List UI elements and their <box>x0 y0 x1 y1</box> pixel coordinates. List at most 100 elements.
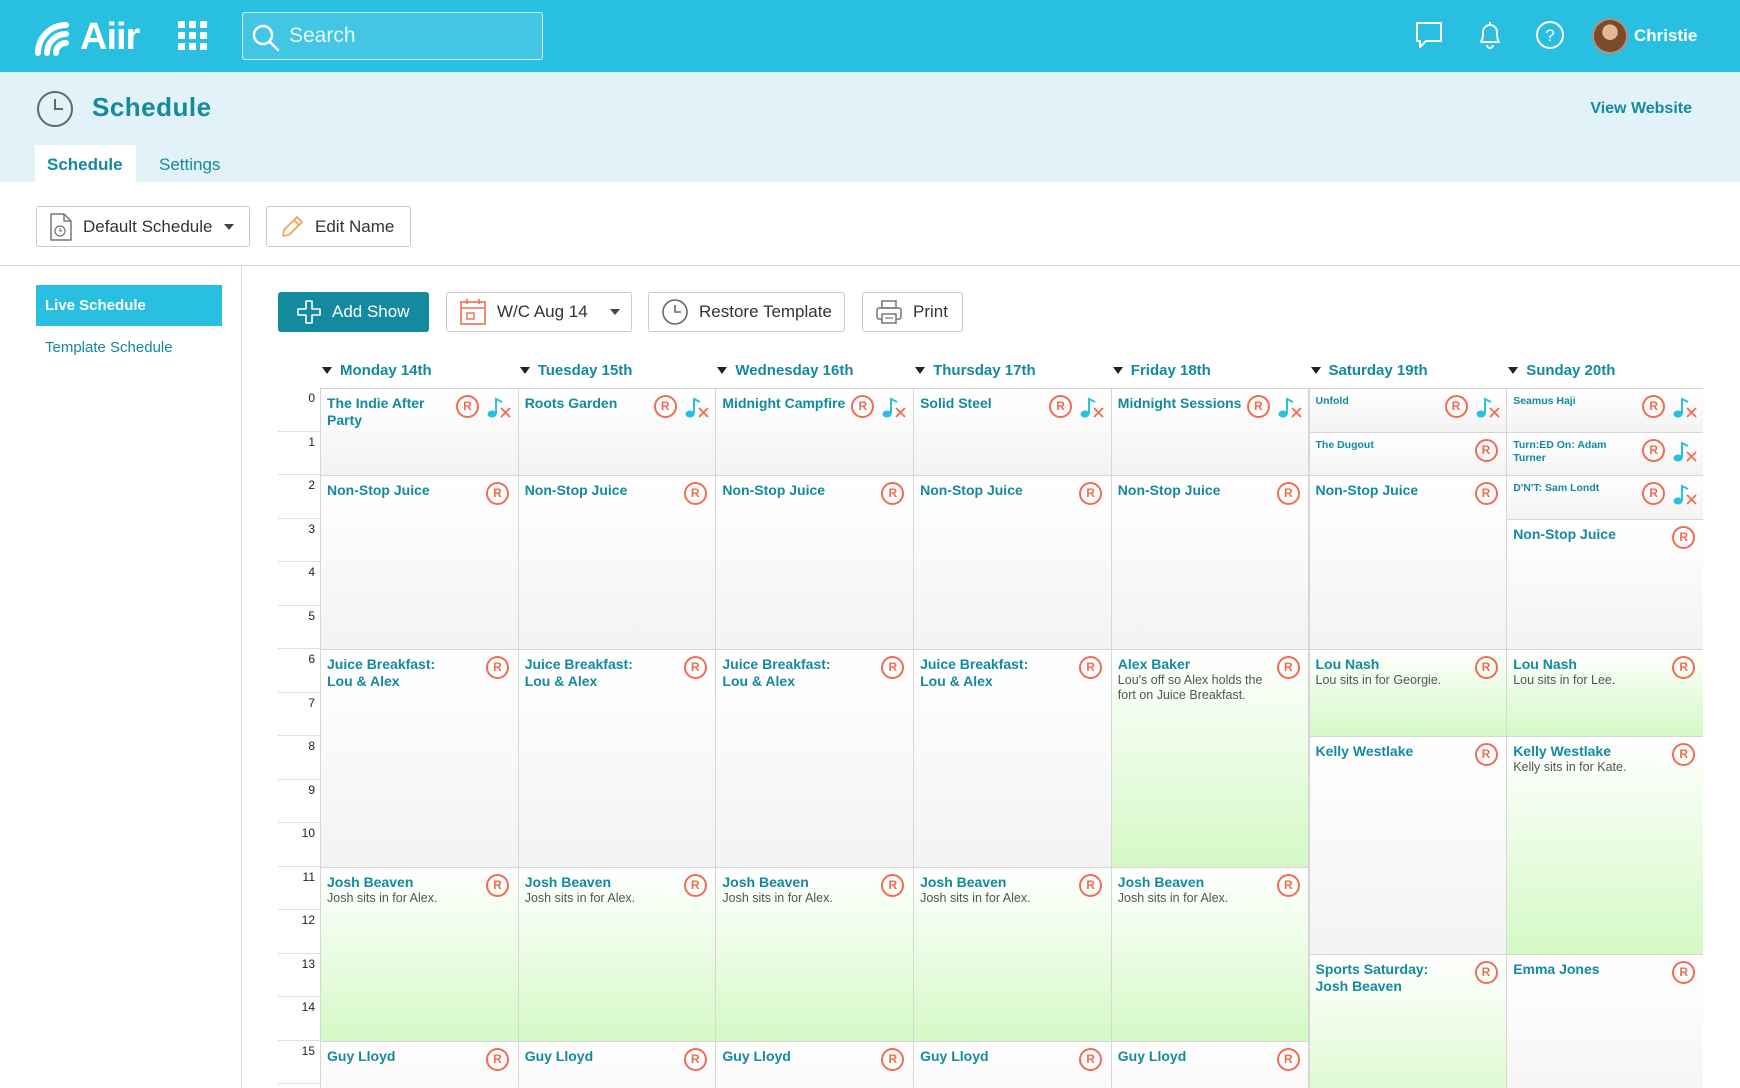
bell-icon[interactable] <box>1475 20 1505 50</box>
repeat-icon[interactable]: R <box>1079 656 1103 679</box>
print-button[interactable]: Print <box>862 292 963 332</box>
show-block-sports-saturday-josh-beaven[interactable]: Sports Saturday: Josh Beaven R <box>1308 953 1508 1088</box>
show-block-guy-lloyd[interactable]: Guy Lloyd R <box>913 1040 1112 1088</box>
repeat-icon[interactable]: R <box>1049 395 1073 418</box>
collapse-triangle-icon[interactable] <box>519 367 530 374</box>
repeat-icon[interactable]: R <box>1474 960 1498 984</box>
show-block-josh-beaven[interactable]: Josh Beaven Josh sits in for Alex. R <box>517 866 717 1042</box>
repeat-icon[interactable]: R <box>1276 873 1300 897</box>
show-block-non-stop-juice[interactable]: Non-Stop Juice R <box>1110 475 1310 650</box>
show-block-alex-baker[interactable]: Alex Baker Lou's off so Alex holds the fo… <box>1110 649 1310 868</box>
show-block-josh-beaven[interactable]: Josh Beaven Josh sits in for Alex. R <box>913 866 1112 1042</box>
show-block-guy-lloyd[interactable]: Guy Lloyd R <box>1110 1040 1310 1088</box>
repeat-icon[interactable]: R <box>486 873 509 897</box>
no-music-icon[interactable] <box>1672 396 1698 420</box>
repeat-icon[interactable]: R <box>1672 525 1696 549</box>
schedule-select[interactable]: Default Schedule <box>36 206 250 247</box>
show-block-guy-lloyd[interactable]: Guy Lloyd R <box>715 1040 915 1088</box>
user-menu[interactable]: Christie <box>1592 18 1697 54</box>
repeat-icon[interactable]: R <box>1474 438 1498 462</box>
day-header[interactable]: Thursday 17th <box>915 362 1036 379</box>
repeat-icon[interactable]: R <box>486 482 509 505</box>
repeat-icon[interactable]: R <box>683 873 707 897</box>
show-block-the-indie-after-party[interactable]: The Indie After Party R <box>320 388 519 476</box>
show-block-the-dugout[interactable]: The Dugout R <box>1308 431 1508 476</box>
view-website-link[interactable]: View Website <box>1590 100 1692 118</box>
show-block-josh-beaven[interactable]: Josh Beaven Josh sits in for Alex. R <box>715 866 915 1042</box>
show-block-juice-breakfast-lou-alex[interactable]: Juice Breakfast: Lou & Alex R <box>913 649 1112 868</box>
no-music-icon[interactable] <box>1277 396 1303 420</box>
no-music-icon[interactable] <box>684 396 710 420</box>
show-block-d-n-t-sam-londt[interactable]: D'N'T: Sam Londt R <box>1506 475 1703 520</box>
collapse-triangle-icon[interactable] <box>1310 367 1321 374</box>
week-select[interactable]: W/C Aug 14 <box>446 292 632 332</box>
show-block-kelly-westlake[interactable]: Kelly Westlake Kelly sits in for Kate. R <box>1506 736 1703 955</box>
repeat-icon[interactable]: R <box>1079 1047 1103 1071</box>
day-header[interactable]: Monday 14th <box>322 362 432 379</box>
show-block-roots-garden[interactable]: Roots Garden R <box>517 388 717 476</box>
repeat-icon[interactable]: R <box>1642 482 1666 505</box>
show-block-non-stop-juice[interactable]: Non-Stop Juice R <box>517 475 717 650</box>
day-header[interactable]: Tuesday 15th <box>519 362 632 379</box>
collapse-triangle-icon[interactable] <box>1112 367 1123 374</box>
repeat-icon[interactable]: R <box>683 482 707 505</box>
repeat-icon[interactable]: R <box>1276 482 1300 505</box>
day-header[interactable]: Wednesday 16th <box>717 362 854 379</box>
show-block-non-stop-juice[interactable]: Non-Stop Juice R <box>1308 475 1508 650</box>
no-music-icon[interactable] <box>1672 440 1698 464</box>
collapse-triangle-icon[interactable] <box>1508 367 1519 374</box>
aiir-logo[interactable]: Aiir <box>34 16 140 59</box>
repeat-icon[interactable]: R <box>881 656 905 679</box>
repeat-icon[interactable]: R <box>1276 656 1300 679</box>
tab-schedule[interactable]: Schedule <box>35 145 136 182</box>
show-block-josh-beaven[interactable]: Josh Beaven Josh sits in for Alex. R <box>1110 866 1310 1042</box>
add-show-button[interactable]: Add Show <box>278 292 429 332</box>
show-block-unfold[interactable]: Unfold R <box>1308 388 1508 433</box>
repeat-icon[interactable]: R <box>1276 1047 1300 1071</box>
repeat-icon[interactable]: R <box>881 1047 905 1071</box>
no-music-icon[interactable] <box>1475 396 1501 420</box>
show-block-seamus-haji[interactable]: Seamus Haji R <box>1506 388 1703 433</box>
repeat-icon[interactable]: R <box>1642 438 1666 462</box>
repeat-icon[interactable]: R <box>1672 960 1696 984</box>
repeat-icon[interactable]: R <box>1672 743 1696 766</box>
repeat-icon[interactable]: R <box>683 1047 707 1071</box>
search-input[interactable] <box>289 22 529 50</box>
repeat-icon[interactable]: R <box>1474 482 1498 505</box>
day-header[interactable]: Friday 18th <box>1112 362 1211 379</box>
sidebar-item-template-schedule[interactable]: Template Schedule <box>45 339 173 356</box>
repeat-icon[interactable]: R <box>1444 395 1468 418</box>
show-block-non-stop-juice[interactable]: Non-Stop Juice R <box>1506 518 1703 650</box>
no-music-icon[interactable] <box>881 396 907 420</box>
show-block-josh-beaven[interactable]: Josh Beaven Josh sits in for Alex. R <box>320 866 519 1042</box>
repeat-icon[interactable]: R <box>683 656 707 679</box>
show-block-kelly-westlake[interactable]: Kelly Westlake R <box>1308 736 1508 955</box>
apps-grid-icon[interactable] <box>178 21 208 51</box>
show-block-juice-breakfast-lou-alex[interactable]: Juice Breakfast: Lou & Alex R <box>715 649 915 868</box>
repeat-icon[interactable]: R <box>456 395 479 418</box>
show-block-turn-ed-on-adam-turner[interactable]: Turn:ED On: Adam Turner R <box>1506 431 1703 476</box>
day-header[interactable]: Saturday 19th <box>1310 362 1428 379</box>
repeat-icon[interactable]: R <box>1642 395 1666 418</box>
show-block-midnight-campfire[interactable]: Midnight Campfire R <box>715 388 915 476</box>
show-block-lou-nash[interactable]: Lou Nash Lou sits in for Georgie. R <box>1308 649 1508 737</box>
show-block-juice-breakfast-lou-alex[interactable]: Juice Breakfast: Lou & Alex R <box>517 649 717 868</box>
search-box[interactable] <box>242 12 543 60</box>
sidebar-item-live-schedule[interactable]: Live Schedule <box>36 285 222 326</box>
repeat-icon[interactable]: R <box>881 873 905 897</box>
restore-template-button[interactable]: Restore Template <box>648 292 845 332</box>
show-block-midnight-sessions[interactable]: Midnight Sessions R <box>1110 388 1310 476</box>
show-block-emma-jones[interactable]: Emma Jones R <box>1506 953 1703 1088</box>
edit-name-button[interactable]: Edit Name <box>266 206 411 247</box>
show-block-non-stop-juice[interactable]: Non-Stop Juice R <box>715 475 915 650</box>
repeat-icon[interactable]: R <box>851 395 875 418</box>
repeat-icon[interactable]: R <box>1474 656 1498 679</box>
repeat-icon[interactable]: R <box>1246 395 1270 418</box>
show-block-non-stop-juice[interactable]: Non-Stop Juice R <box>320 475 519 650</box>
show-block-solid-steel[interactable]: Solid Steel R <box>913 388 1112 476</box>
show-block-guy-lloyd[interactable]: Guy Lloyd R <box>517 1040 717 1088</box>
no-music-icon[interactable] <box>486 396 512 420</box>
repeat-icon[interactable]: R <box>1079 482 1103 505</box>
chat-icon[interactable] <box>1414 20 1444 50</box>
show-block-non-stop-juice[interactable]: Non-Stop Juice R <box>913 475 1112 650</box>
